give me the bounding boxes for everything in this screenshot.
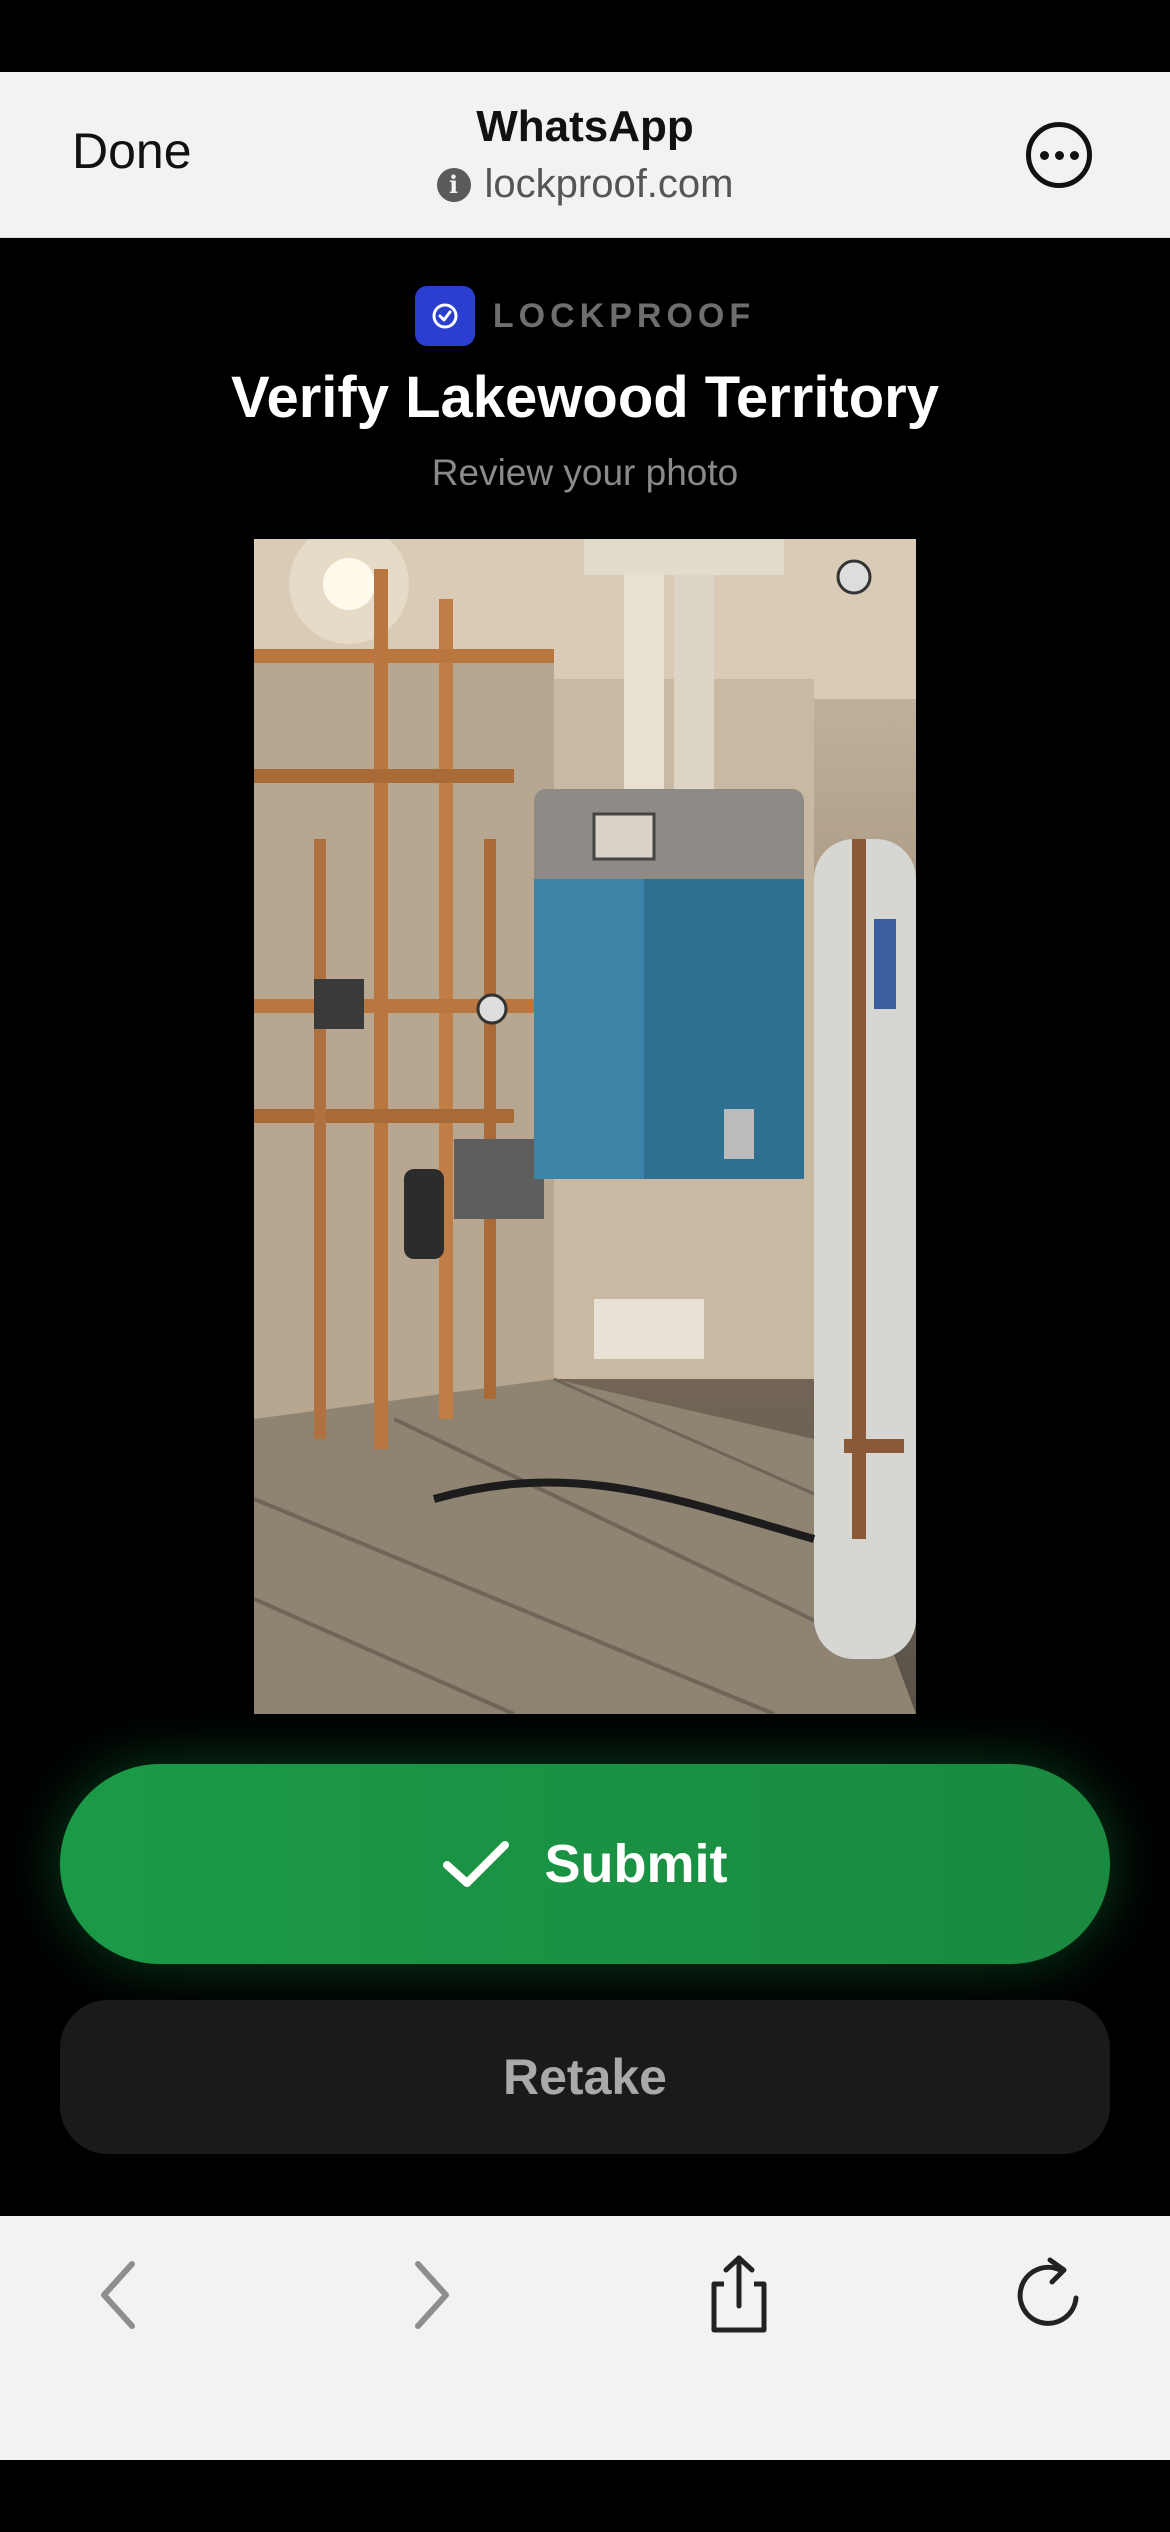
browser-title: WhatsApp xyxy=(476,102,694,151)
status-bar xyxy=(0,0,1170,72)
lockproof-logo-icon xyxy=(414,286,475,346)
browser-header: Done WhatsApp i lockproof.com xyxy=(0,72,1170,238)
more-icon-dot xyxy=(1039,150,1049,160)
brand-name: LOCKPROOF xyxy=(492,296,756,335)
page-title: Verify Lakewood Territory xyxy=(230,365,940,430)
retake-button[interactable]: Retake xyxy=(60,2000,1110,2154)
home-indicator-area xyxy=(0,2460,1170,2532)
back-icon xyxy=(101,2261,135,2329)
checkmark-icon xyxy=(442,1841,509,1887)
submit-button[interactable]: Submit xyxy=(60,1764,1110,1964)
forward-icon xyxy=(415,2261,449,2329)
more-options-button[interactable] xyxy=(1026,122,1092,188)
browser-title-area: WhatsApp i lockproof.com xyxy=(0,102,1170,207)
share-button[interactable] xyxy=(694,2250,784,2340)
browser-toolbar xyxy=(0,2216,1170,2460)
more-icon-dot xyxy=(1054,150,1064,160)
more-icon-dot xyxy=(1069,150,1079,160)
reload-button[interactable] xyxy=(1004,2250,1094,2340)
submit-label: Submit xyxy=(544,1834,728,1894)
back-button[interactable] xyxy=(76,2250,166,2340)
brand-row: LOCKPROOF xyxy=(0,286,1170,346)
share-icon xyxy=(711,2255,767,2333)
forward-button[interactable] xyxy=(384,2250,474,2340)
page-subtitle: Review your photo xyxy=(431,452,739,493)
url-display[interactable]: i lockproof.com xyxy=(436,162,734,207)
verify-page: LOCKPROOF Verify Lakewood Territory Revi… xyxy=(0,238,1170,2216)
url-text: lockproof.com xyxy=(484,162,734,206)
captured-photo xyxy=(254,539,916,1714)
info-icon[interactable]: i xyxy=(436,167,471,202)
reload-icon xyxy=(1017,2257,1079,2326)
